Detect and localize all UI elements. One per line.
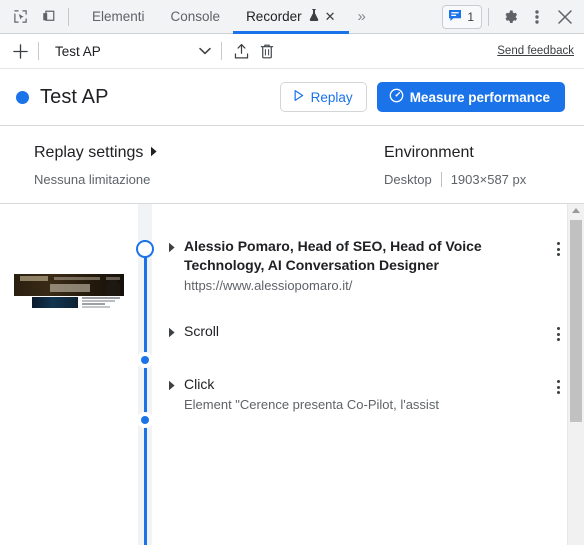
issues-count-label: 1 xyxy=(467,9,474,24)
devtools-tabs: Elementi Console Recorder ✕ » xyxy=(79,0,375,34)
step-item-click[interactable]: Click Element "Cerence presenta Co-Pilot… xyxy=(0,341,568,428)
step-subtitle: https://www.alessiopomaro.it/ xyxy=(184,278,353,293)
tab-elementi[interactable]: Elementi xyxy=(79,0,158,33)
recording-select-value: Test AP xyxy=(55,43,101,59)
inspect-cursor-icon[interactable] xyxy=(6,3,34,31)
recording-status-dot xyxy=(16,90,29,104)
step-thumbnail-column-3 xyxy=(0,375,134,414)
environment-device: Desktop xyxy=(384,172,432,187)
step-texts-3: Click Element "Cerence presenta Co-Pilot… xyxy=(184,375,532,414)
replay-settings-heading: Replay settings xyxy=(34,144,144,161)
step-body-1: Alessio Pomaro, Head of SEO, Head of Voi… xyxy=(156,237,568,295)
replay-settings-value: Nessuna limitazione xyxy=(34,172,151,187)
device-toolbar-icon[interactable] xyxy=(34,3,62,31)
toolbar-divider-2 xyxy=(221,42,222,60)
replay-button-label: Replay xyxy=(310,89,353,105)
environment-viewport: 1903×587 px xyxy=(450,172,527,187)
close-icon[interactable] xyxy=(551,3,579,31)
triangle-right-icon xyxy=(150,144,158,162)
tabbar-right-tools: 1 xyxy=(442,0,584,33)
step-body-2: Scroll xyxy=(156,322,568,341)
tab-console[interactable]: Console xyxy=(158,0,234,33)
step-subtitle: Element "Cerence presenta Co-Pilot, l'as… xyxy=(184,397,439,412)
steps-inner: Alessio Pomaro, Head of SEO, Head of Voi… xyxy=(0,204,568,545)
export-upload-icon[interactable] xyxy=(228,39,254,63)
scrollbar-thumb[interactable] xyxy=(570,220,582,422)
tabbar-divider-right xyxy=(488,7,489,26)
step-texts-2: Scroll xyxy=(184,322,532,341)
recording-header: Test AP Replay Measure performance xyxy=(0,69,584,126)
gear-icon[interactable] xyxy=(495,3,523,31)
tab-console-label: Console xyxy=(170,9,221,24)
issues-button[interactable]: 1 xyxy=(442,4,482,29)
tab-recorder-extras: ✕ xyxy=(308,8,336,25)
speedometer-icon xyxy=(389,88,404,106)
replay-settings-column: Replay settings Nessuna limitazione xyxy=(34,144,384,187)
replay-button[interactable]: Replay xyxy=(279,82,367,112)
environment-heading: Environment xyxy=(384,144,474,161)
flask-icon xyxy=(308,8,320,25)
devtools-tab-bar: Elementi Console Recorder ✕ » 1 xyxy=(0,0,584,34)
replay-settings-toggle[interactable]: Replay settings xyxy=(34,144,384,162)
page-title: Test AP xyxy=(40,85,109,108)
tabbar-left-tools xyxy=(0,0,75,33)
step-menu-icon[interactable] xyxy=(548,237,568,256)
recording-title-group: Test AP xyxy=(16,86,109,109)
measure-performance-label: Measure performance xyxy=(409,89,550,105)
step-rail-2 xyxy=(134,322,156,368)
tab-recorder[interactable]: Recorder ✕ xyxy=(233,0,349,34)
devtools-recorder-panel: Elementi Console Recorder ✕ » 1 Test AP … xyxy=(0,0,584,545)
tab-recorder-label: Recorder xyxy=(246,9,302,24)
step-thumbnail-column xyxy=(0,237,134,309)
chevron-down-icon xyxy=(199,44,211,58)
recorder-toolbar: Test AP Send feedback xyxy=(0,34,584,69)
step-menu-icon[interactable] xyxy=(548,322,568,341)
recording-actions: Replay Measure performance xyxy=(279,82,565,112)
environment-divider xyxy=(440,172,442,187)
timeline-node-scroll[interactable] xyxy=(137,352,153,368)
kebab-menu-icon[interactable] xyxy=(523,3,551,31)
step-item-scroll[interactable]: Scroll xyxy=(0,295,568,368)
add-recording-button[interactable] xyxy=(8,39,32,63)
step-expand-icon[interactable] xyxy=(168,380,176,393)
tabbar-divider xyxy=(68,7,69,26)
step-rail-1 xyxy=(134,237,156,295)
more-tabs-icon[interactable]: » xyxy=(349,0,375,33)
step-body-3: Click Element "Cerence presenta Co-Pilot… xyxy=(156,375,568,414)
step-rail-3 xyxy=(134,375,156,428)
toolbar-divider-1 xyxy=(38,42,39,60)
recording-settings: Replay settings Nessuna limitazione Envi… xyxy=(0,126,584,204)
tab-recorder-close-icon[interactable]: ✕ xyxy=(325,10,336,23)
play-triangle-icon xyxy=(292,89,305,105)
measure-performance-button[interactable]: Measure performance xyxy=(376,82,565,112)
step-title: Alessio Pomaro, Head of SEO, Head of Voi… xyxy=(184,238,482,273)
step-menu-icon[interactable] xyxy=(548,375,568,394)
send-feedback-link[interactable]: Send feedback xyxy=(497,45,574,57)
scroll-up-arrow-icon[interactable] xyxy=(572,208,580,213)
step-thumbnail-column-2 xyxy=(0,322,134,341)
step-item-navigate[interactable]: Alessio Pomaro, Head of SEO, Head of Voi… xyxy=(0,204,568,309)
step-expand-icon[interactable] xyxy=(168,242,176,255)
tab-elementi-label: Elementi xyxy=(92,9,145,24)
recording-steps-list: Alessio Pomaro, Head of SEO, Head of Voi… xyxy=(0,204,584,545)
step-expand-icon[interactable] xyxy=(168,327,176,340)
timeline-node-start[interactable] xyxy=(136,240,154,258)
environment-column: Environment Desktop 1903×587 px xyxy=(384,144,526,187)
step-texts-1: Alessio Pomaro, Head of SEO, Head of Voi… xyxy=(184,237,532,295)
step-title: Click xyxy=(184,376,215,392)
issues-message-icon xyxy=(448,9,462,25)
timeline-node-click[interactable] xyxy=(137,412,153,428)
environment-values: Desktop 1903×587 px xyxy=(384,172,526,187)
vertical-scrollbar[interactable] xyxy=(567,204,584,545)
trash-icon[interactable] xyxy=(254,39,280,63)
step-title: Scroll xyxy=(184,323,220,339)
recording-select[interactable]: Test AP xyxy=(45,39,215,63)
